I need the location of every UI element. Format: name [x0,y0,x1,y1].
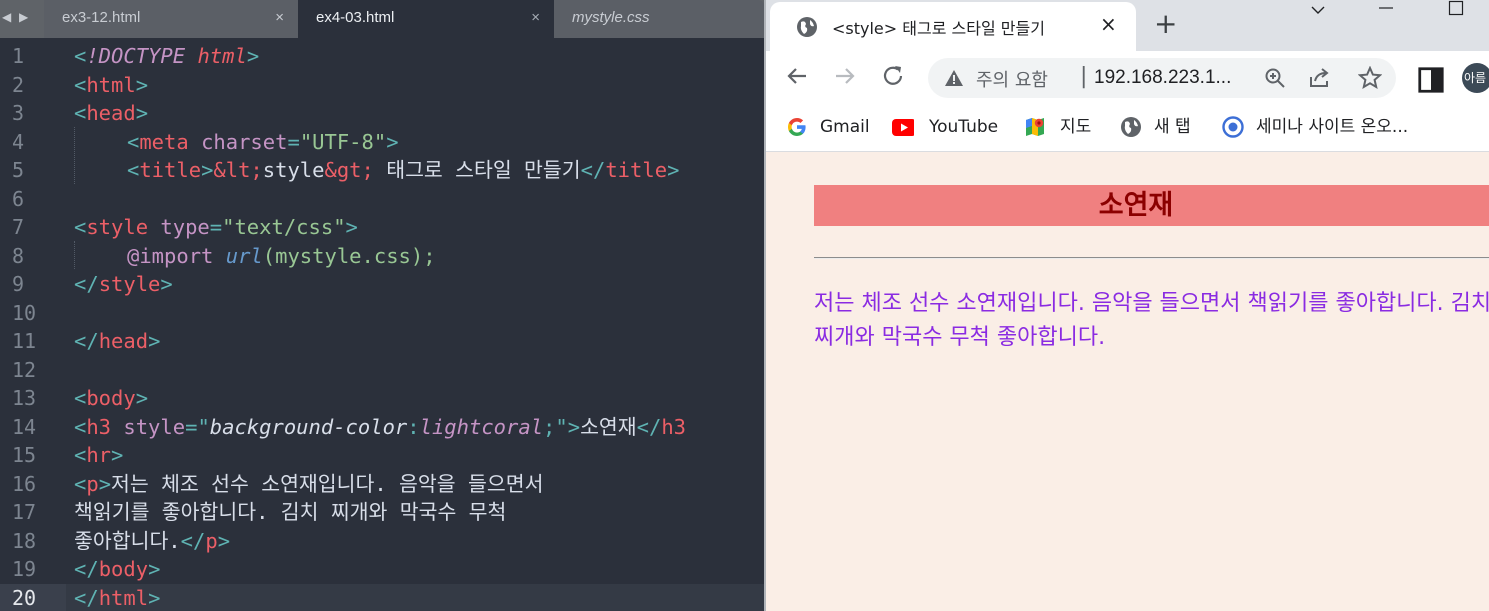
code-line: <head> [74,101,149,125]
code-line: </head> [74,329,161,353]
horizontal-rule [814,257,1489,259]
line-number: 8 [12,243,25,268]
side-panel-icon[interactable] [1416,65,1446,95]
address-bar[interactable]: 주의 요함 | 192.168.223.1... [928,58,1396,98]
close-icon[interactable]: × [531,0,540,36]
chevron-down-icon[interactable] [1310,4,1326,16]
line-number: 17 [12,500,37,524]
security-status-label[interactable]: 주의 요함 [976,66,1048,92]
code-line: <hr> [74,443,124,467]
code-line: </body> [74,557,161,581]
line-number: 6 [12,186,25,211]
code-editor[interactable]: ◀ ▶ ex3-12.html × ex4-03.html × mystyle.… [0,0,764,611]
code-line: </html> [74,585,161,610]
page-paragraph: 저는 체조 선수 소연재입니다. 음악을 들으면서 책읽기를 좋아합니다. 김치… [814,291,1489,350]
bookmark-maps[interactable]: 지도 [1024,114,1104,140]
forward-arrow-icon[interactable] [830,61,860,91]
bookmark-star-icon[interactable] [1358,66,1382,90]
browser-window: <style> 태그로 스타일 만들기 × + 주의 요함 | 192.168.… [766,0,1489,611]
code-line: <html> [74,72,149,97]
maximize-icon[interactable] [1448,0,1464,16]
line-number: 14 [12,414,37,439]
line-number: 13 [12,386,37,410]
share-icon[interactable] [1308,67,1332,89]
bookmark-seminar-site[interactable]: 세미나 사이트 온오... [1222,114,1442,140]
seminar-site-icon [1222,116,1244,138]
bookmark-new-tab[interactable]: 새 탭 [1120,114,1210,140]
active-line-highlight [66,584,764,611]
back-arrow-icon[interactable] [782,61,812,91]
editor-tab-label: mystyle.css [572,9,650,26]
line-number: 11 [12,329,37,353]
line-number: 5 [12,158,25,182]
bookmark-gmail[interactable]: Gmail [786,114,876,140]
line-number: 9 [12,272,25,296]
line-number: 3 [12,101,25,125]
globe-icon [797,17,817,37]
editor-tab-label: ex4-03.html [316,9,395,26]
url-text[interactable]: 192.168.223.1... [1094,67,1231,89]
line-number: 19 [12,557,37,581]
page-heading: 소연재 [814,185,1489,226]
code-line: <style type="text/css"> [74,215,358,239]
line-number: 18 [12,528,37,553]
line-number: 10 [12,300,37,325]
reload-icon[interactable] [878,61,908,91]
code-line: <title>&lt;style&gt; 태그로 스타일 만들기</title> [127,158,680,182]
code-line: @import url(mystyle.css); [127,243,436,268]
bookmark-label: YouTube [929,117,999,137]
globe-icon [1121,117,1141,137]
code-line: <p>저는 체조 선수 소연재입니다. 음악을 들으면서 [74,471,544,496]
new-tab-button[interactable]: + [1154,8,1177,40]
code-line: <!DOCTYPE html> [74,44,260,68]
line-number: 1 [12,44,25,68]
code-line: <h3 style="background-color:lightcoral;"… [74,414,687,439]
tab-scroll-arrows[interactable]: ◀ ▶ [0,0,44,38]
bookmark-label: 지도 [1060,117,1092,137]
line-number: 2 [12,72,25,97]
code-line: <body> [74,386,149,410]
browser-tab-title: <style> 태그로 스타일 만들기 [832,19,1045,38]
bookmark-label: 세미나 사이트 온오... [1256,117,1409,137]
line-number: 12 [12,357,37,382]
line-number-active: 20 [0,583,66,611]
bookmark-label: 새 탭 [1154,117,1191,137]
browser-tab-strip: <style> 태그로 스타일 만들기 × + [766,0,1489,51]
minimize-icon[interactable] [1378,2,1394,14]
editor-tab-ex4-03[interactable]: ex4-03.html × [298,0,554,38]
editor-tab-label: ex3-12.html [62,9,141,26]
maps-icon [1026,118,1044,136]
close-icon[interactable]: × [1100,12,1117,36]
close-icon[interactable]: × [275,0,284,36]
warning-icon[interactable] [944,69,964,87]
zoom-icon[interactable] [1264,67,1286,89]
editor-tab-ex3-12[interactable]: ex3-12.html × [44,0,298,38]
bookmark-label: Gmail [820,117,870,137]
profile-avatar[interactable]: 아름 [1462,63,1489,93]
line-number: 15 [12,443,37,467]
editor-tab-bar: ◀ ▶ ex3-12.html × ex4-03.html × mystyle.… [0,0,764,38]
code-line: <meta charset="UTF-8"> [127,129,399,154]
separator: | [1080,64,1088,89]
line-number: 16 [12,471,37,496]
line-number: 4 [12,129,25,154]
code-line: 좋아합니다.</p> [74,528,231,553]
google-icon [788,118,806,136]
code-line: 책읽기를 좋아합니다. 김치 찌개와 막국수 무척 [74,500,507,524]
code-area[interactable]: <!DOCTYPE html> <html> <head> <meta char… [74,42,764,610]
line-number: 7 [12,215,25,239]
browser-tab[interactable]: <style> 태그로 스타일 만들기 × [770,2,1136,51]
browser-toolbar: 주의 요함 | 192.168.223.1... 아름 [766,51,1489,105]
bookmark-youtube[interactable]: YouTube [892,114,1012,140]
page-viewport: 소연재 저는 체조 선수 소연재입니다. 음악을 들으면서 책읽기를 좋아합니다… [766,152,1489,611]
editor-tab-mystyle[interactable]: mystyle.css [554,0,764,38]
youtube-icon [892,119,914,136]
bookmarks-bar: Gmail YouTube 지도 새 탭 세미나 사이트 온오... [766,105,1489,152]
code-line: </style> [74,272,173,296]
